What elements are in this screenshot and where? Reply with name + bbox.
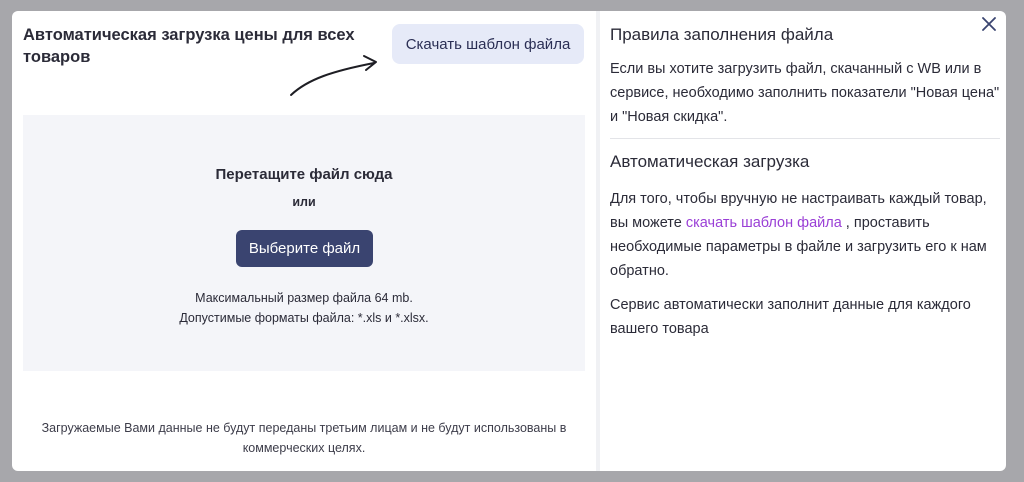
section-divider — [610, 138, 1000, 139]
dropzone-or-label: или — [292, 195, 316, 209]
allowed-formats-hint: Допустимые форматы файла: *.xls и *.xlsx… — [179, 311, 429, 325]
auto-upload-section: Автоматическая загрузка Для того, чтобы … — [610, 150, 1000, 341]
upload-pane: Автоматическая загрузка цены для всех то… — [12, 11, 596, 471]
rules-text: Если вы хотите загрузить файл, скачанный… — [610, 61, 1000, 125]
instructions-pane: Правила заполнения файла Если вы хотите … — [600, 11, 1006, 471]
max-size-hint: Максимальный размер файла 64 mb. — [195, 291, 413, 305]
dropzone-title: Перетащите файл сюда — [215, 166, 393, 183]
download-template-link[interactable]: скачать шаблон файла — [686, 215, 842, 231]
upload-price-modal: Автоматическая загрузка цены для всех то… — [12, 11, 1006, 471]
file-dropzone[interactable]: Перетащите файл сюда или Выберите файл М… — [23, 115, 585, 371]
curved-arrow-icon — [290, 55, 377, 96]
auto-fill-text: Сервис автоматически заполнит данные для… — [610, 297, 971, 337]
rules-title: Правила заполнения файла — [610, 25, 834, 44]
rules-section: Правила заполнения файла Если вы хотите … — [610, 23, 1000, 129]
privacy-disclaimer: Загружаемые Вами данные не будут передан… — [41, 421, 567, 455]
auto-upload-text: Для того, чтобы вручную не настраивать к… — [610, 187, 1000, 283]
auto-upload-title: Автоматическая загрузка — [610, 152, 810, 171]
download-template-button[interactable]: Скачать шаблон файла — [392, 24, 584, 64]
choose-file-button[interactable]: Выберите файл — [236, 230, 373, 267]
